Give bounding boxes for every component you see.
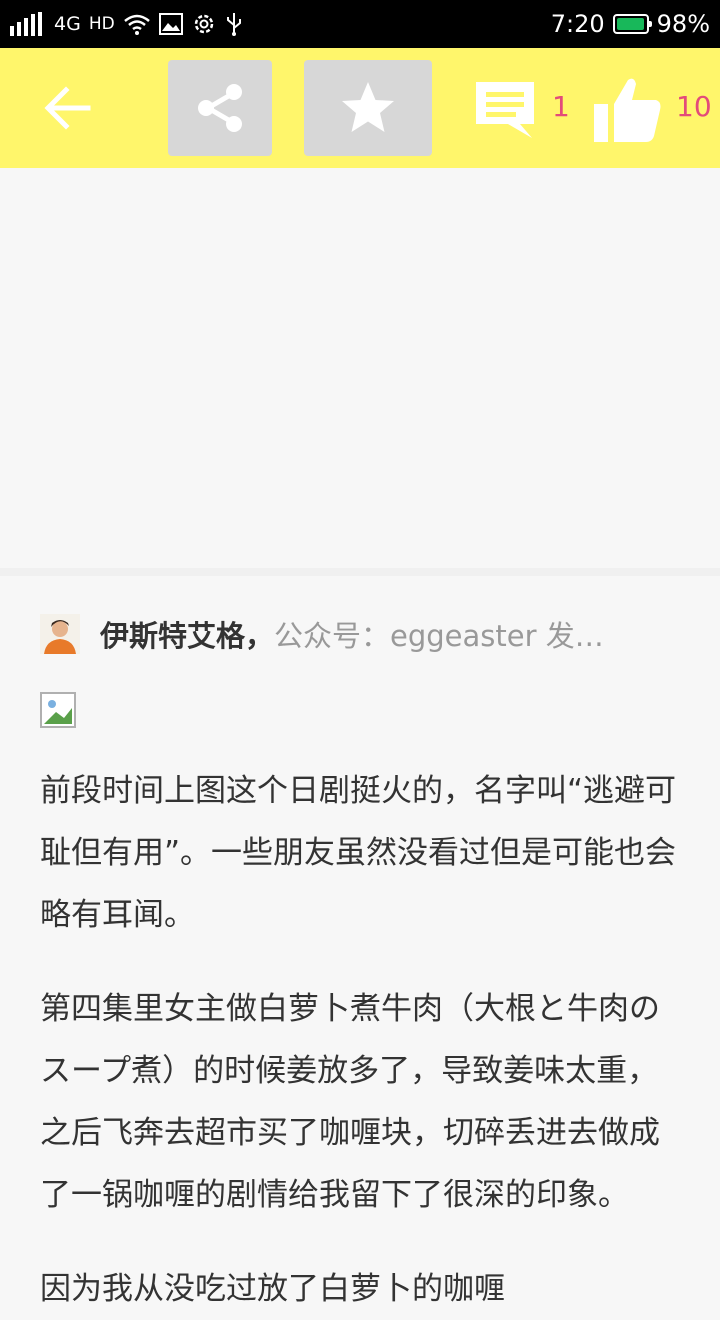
article-paragraph-2: 第四集里女主做白萝卜煮牛肉（大根と牛肉のスープ煮）的时候姜放多了，导致姜味太重，…	[40, 991, 660, 1213]
signal-icon	[10, 12, 42, 36]
status-right: 7:20 98%	[551, 8, 710, 40]
article-paragraph-3: 因为我从没吃过放了白萝卜的咖喱	[40, 1271, 505, 1307]
image-icon	[158, 13, 183, 35]
star-icon	[342, 82, 394, 132]
settings-gear-icon	[194, 14, 213, 34]
article-toolbar: 1 10	[0, 48, 720, 168]
author-row[interactable]: 伊斯特艾格， 公众号：eggeaster 发…	[40, 610, 680, 658]
wifi-icon	[123, 14, 150, 35]
comment-icon[interactable]	[470, 78, 540, 142]
cover-image-area	[0, 168, 720, 568]
share-icon	[198, 84, 242, 132]
status-bar: 4G HD 7:20 98%	[0, 0, 720, 48]
share-button[interactable]	[168, 60, 272, 156]
status-left: 4G HD	[10, 8, 243, 40]
hd-indicator: HD	[88, 14, 115, 34]
battery-icon	[612, 14, 652, 34]
image-placeholder-icon	[44, 700, 72, 724]
section-divider	[0, 568, 720, 576]
broken-image-icon	[40, 692, 76, 728]
usb-icon	[226, 13, 241, 36]
back-arrow-icon[interactable]	[36, 76, 100, 140]
author-avatar[interactable]	[40, 614, 80, 654]
comment-count: 1	[552, 90, 570, 123]
like-count: 10	[676, 90, 712, 123]
favorite-button[interactable]	[304, 60, 432, 156]
article-body: 伊斯特艾格， 公众号：eggeaster 发… 前段时间上图这个日剧挺火的，名字…	[40, 610, 680, 1320]
clock: 7:20	[550, 10, 605, 38]
author-meta: 公众号：eggeaster 发…	[274, 619, 604, 653]
author-name[interactable]: 伊斯特艾格，	[100, 613, 274, 655]
avatar-person-icon	[40, 614, 80, 654]
battery-level	[616, 18, 644, 30]
article-paragraph-1: 前段时间上图这个日剧挺火的，名字叫“逃避可耻但有用”。一些朋友虽然没看过但是可能…	[40, 773, 677, 933]
battery-percent: 98%	[656, 10, 710, 38]
thumbs-up-icon[interactable]	[592, 74, 664, 144]
network-type: 4G	[54, 13, 81, 35]
